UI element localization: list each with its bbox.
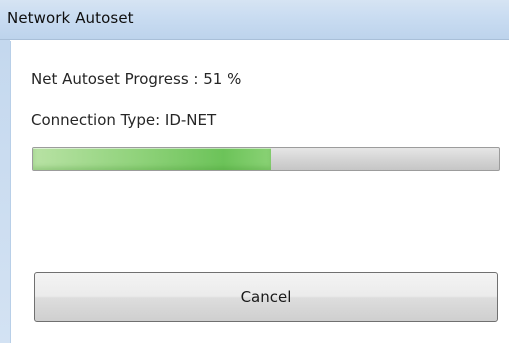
connection-type-label: Connection Type: ID-NET (31, 111, 217, 129)
title-bar[interactable]: Network Autoset (0, 0, 509, 40)
window-title: Network Autoset (7, 9, 134, 27)
cancel-button[interactable]: Cancel (34, 272, 498, 322)
dialog-content: Net Autoset Progress : 51 % Connection T… (10, 41, 509, 343)
window-frame-left (0, 40, 10, 343)
progress-bar (32, 147, 500, 171)
progress-status-label: Net Autoset Progress : 51 % (31, 70, 242, 88)
progress-bar-fill (33, 148, 271, 170)
network-autoset-dialog: Network Autoset Net Autoset Progress : 5… (0, 0, 509, 343)
